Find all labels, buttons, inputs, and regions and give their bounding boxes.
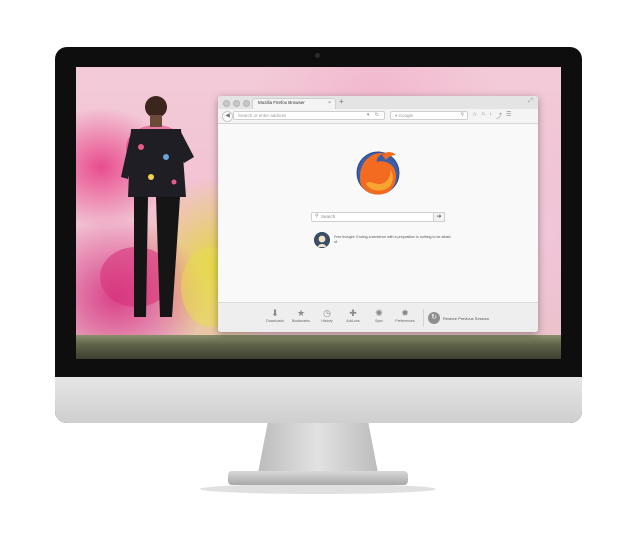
restore-label: Restore Previous Session [443,315,490,321]
close-window-button[interactable] [223,100,230,107]
bookmark-star-icon[interactable]: ☆ [472,111,477,120]
monitor-chin [55,377,582,423]
snippet[interactable]: Free thought: Ending a sentence with a p… [314,232,454,250]
navigation-toolbar: ◀ Search or enter address ▾ ↻ ▾ Google ⚲… [218,109,538,124]
launcher-bar: ⬇ Downloads ★ Bookmarks ◷ History ✚ Add-… [218,302,538,332]
page-search-input[interactable]: ⚲ Search ➔ [311,212,445,222]
reload-icon[interactable]: ▾ ↻ [367,112,381,118]
launcher-divider [423,309,424,327]
zoom-window-button[interactable] [243,100,250,107]
page-search-placeholder: Search [321,214,336,219]
fullscreen-icon[interactable]: ⤢ [528,98,533,105]
minimize-window-button[interactable] [233,100,240,107]
launcher-preferences[interactable]: ✹ Preferences [390,308,420,323]
snippet-text: Free thought: Ending a sentence with a p… [334,235,451,244]
monitor-shadow [200,484,436,494]
window-controls [223,100,250,107]
url-placeholder: Search or enter address [238,113,287,118]
new-tab-page: ⚲ Search ➔ Free thought: Ending a senten… [218,124,538,302]
search-engine-label: ▾ Google [395,113,414,118]
search-icon: ⚲ [315,213,319,219]
meadow [76,335,561,359]
firefox-logo-icon [356,151,400,195]
monitor-base [228,471,408,485]
new-tab-button[interactable]: + [339,97,344,106]
restore-session-button[interactable]: ↻ Restore Previous Session [428,312,489,324]
tab-title: Mozilla Firefox Browser [258,100,305,105]
title-bar: Mozilla Firefox Browser × + ⤢ [218,96,538,109]
url-bar[interactable]: Search or enter address ▾ ↻ [233,111,385,120]
downloads-icon[interactable]: ↓ [489,111,492,120]
monitor-stand [258,423,378,473]
launcher-label: Preferences [395,319,415,323]
menu-icon[interactable]: ☰ [506,111,511,120]
home-icon[interactable]: ⌂ [481,111,485,120]
tab-close-icon[interactable]: × [328,100,331,106]
magnifier-icon: ⚲ [460,112,464,118]
camera-icon [315,53,320,58]
firefox-window: Mozilla Firefox Browser × + ⤢ ◀ Search o… [218,96,538,332]
share-icon[interactable]: ⤴ [496,111,502,120]
search-bar[interactable]: ▾ Google ⚲ [390,111,468,120]
gear-icon: ✹ [401,308,409,318]
toolbar-icons: ☆ ⌂ ↓ ⤴ ☰ [472,111,511,120]
back-arrow-icon: ◀ [225,113,230,119]
search-go-button[interactable]: ➔ [433,212,445,222]
back-button[interactable]: ◀ [222,111,233,122]
search-engine-name: Google [398,113,414,118]
tab-mozilla-firefox[interactable]: Mozilla Firefox Browser × [252,98,336,109]
restore-icon: ↻ [428,312,440,324]
snippet-portrait-icon [314,232,330,248]
